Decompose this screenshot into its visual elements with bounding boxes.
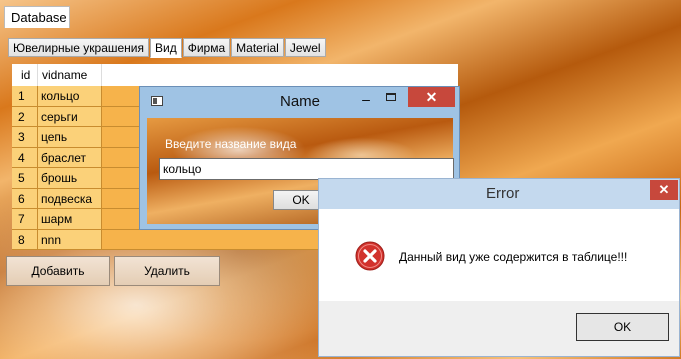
error-icon (355, 241, 385, 271)
tab-strip: Ювелирные украшения Вид Фирма Material Jewel (8, 38, 327, 58)
cell-vidname[interactable]: серьги (38, 106, 102, 127)
error-dialog: Error ✕ Данный вид уже содержится в табл… (318, 178, 680, 357)
tab-0[interactable]: Ювелирные украшения (8, 38, 150, 57)
error-dialog-title: Error (486, 185, 520, 202)
database-tab[interactable]: Database (4, 6, 70, 28)
cell-id[interactable]: 2 (12, 106, 38, 127)
cell-id[interactable]: 7 (12, 209, 38, 230)
error-dialog-close-button[interactable]: ✕ (650, 180, 678, 200)
window-app-icon (151, 96, 163, 106)
cell-vidname[interactable]: подвеска (38, 188, 102, 209)
tab-2[interactable]: Фирма (182, 38, 231, 57)
cell-vidname[interactable]: кольцо (38, 86, 102, 107)
cell-vidname[interactable]: шарм (38, 209, 102, 230)
error-message: Данный вид уже содержится в таблице!!! (399, 250, 628, 264)
cell-id[interactable]: 1 (12, 86, 38, 107)
minimize-button[interactable]: – (357, 90, 375, 108)
cell-id[interactable]: 8 (12, 229, 38, 250)
cell-id[interactable]: 6 (12, 188, 38, 209)
error-dialog-titlebar[interactable]: Error ✕ (319, 179, 679, 209)
cell-vidname[interactable]: брошь (38, 168, 102, 189)
name-dialog-close-button[interactable]: ✕ (408, 87, 455, 107)
cell-vidname[interactable]: nnn (38, 229, 102, 250)
cell-id[interactable]: 4 (12, 147, 38, 168)
name-prompt-label: Введите название вида (165, 137, 297, 151)
cell-vidname[interactable]: браслет (38, 147, 102, 168)
cell-vidname[interactable]: цепь (38, 127, 102, 148)
delete-button[interactable]: Удалить (114, 256, 220, 286)
name-input[interactable] (159, 158, 454, 180)
tab-3[interactable]: Material (231, 38, 284, 57)
error-ok-button[interactable]: OK (576, 313, 669, 341)
column-header-id[interactable]: id (12, 64, 38, 86)
maximize-button[interactable] (384, 91, 398, 103)
name-dialog-titlebar[interactable]: Name – ✕ (140, 87, 459, 115)
column-header-vidname[interactable]: vidname (38, 64, 102, 86)
cell-id[interactable]: 5 (12, 168, 38, 189)
name-dialog-title: Name (280, 93, 321, 110)
grid-header: id vidname (12, 64, 458, 86)
cell-id[interactable]: 3 (12, 127, 38, 148)
tab-4[interactable]: Jewel (284, 38, 326, 57)
tab-1[interactable]: Вид (150, 38, 182, 58)
add-button[interactable]: Добавить (6, 256, 110, 286)
